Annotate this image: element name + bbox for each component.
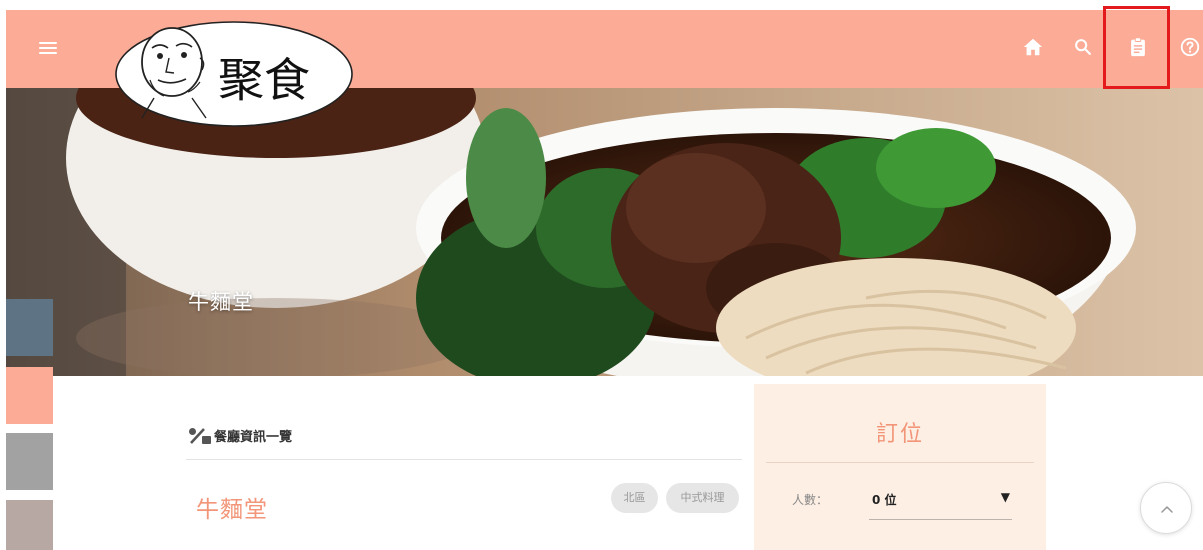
tag-cuisine[interactable]: 中式料理	[666, 483, 739, 513]
people-value: 0 位	[872, 493, 897, 507]
booking-divider	[766, 462, 1034, 463]
hero-title: 牛麵堂	[188, 290, 254, 314]
tag-district[interactable]: 北區	[611, 483, 658, 513]
booking-title: 訂位	[875, 422, 924, 447]
hero-banner: 牛麵堂	[6, 88, 1203, 376]
info-section-title: 餐廳資訊一覽	[188, 426, 292, 445]
highlight-box	[1103, 6, 1170, 89]
scroll-top-button[interactable]	[1140, 482, 1192, 534]
side-tab-2[interactable]	[6, 367, 53, 424]
people-label: 人數：	[792, 493, 829, 507]
site-logo[interactable]: 聚食	[114, 18, 354, 128]
beef-noodle-photo	[6, 88, 1203, 376]
side-tab-4[interactable]	[6, 500, 53, 550]
dropdown-arrow-icon: ▼	[1000, 490, 1010, 504]
divider	[186, 459, 742, 460]
percent-tools-icon	[189, 427, 211, 444]
side-tab-1[interactable]	[6, 299, 53, 356]
logo-text: 聚食	[218, 53, 310, 107]
info-section-label: 餐廳資訊一覽	[214, 430, 293, 445]
chevron-up-icon	[1161, 506, 1173, 513]
side-tab-3[interactable]	[6, 433, 53, 490]
restaurant-name: 牛麵堂	[196, 497, 268, 523]
home-icon[interactable]	[1022, 36, 1044, 58]
booking-panel: 訂位 人數： 0 位 ▼	[754, 384, 1046, 550]
search-icon[interactable]	[1072, 36, 1094, 58]
help-icon[interactable]	[1179, 36, 1201, 58]
menu-icon[interactable]	[39, 39, 57, 59]
people-select[interactable]: 0 位 ▼	[869, 482, 1012, 520]
